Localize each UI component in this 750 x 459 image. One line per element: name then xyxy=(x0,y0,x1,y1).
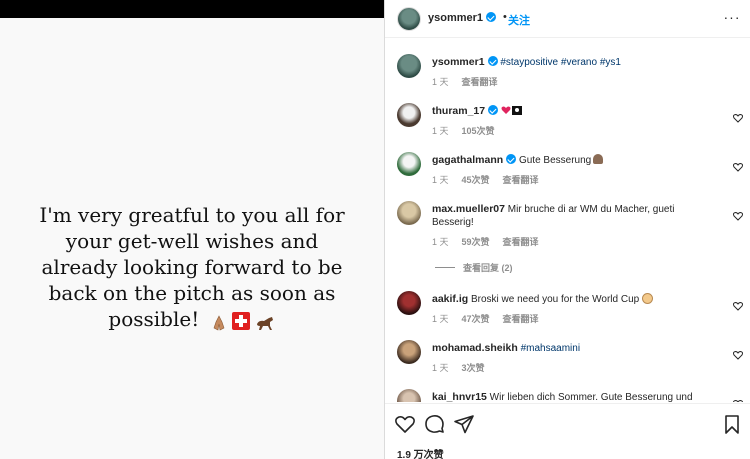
comment-likes[interactable]: 47次赞 xyxy=(462,312,490,325)
pirate-flag-icon xyxy=(511,106,522,115)
comment-meta: 1 天 105次赞 xyxy=(432,124,495,137)
red-heart-icon xyxy=(501,105,511,115)
commenter-avatar[interactable] xyxy=(397,152,421,176)
folded-hands-icon xyxy=(210,312,228,330)
comment-body: Wir lieben dich Sommer. Gute Besserung u… xyxy=(489,392,693,402)
view-replies-button[interactable]: 查看回复 (2) xyxy=(435,261,513,274)
see-translation-button[interactable]: 查看翻译 xyxy=(462,75,498,88)
comment-likes[interactable]: 45次赞 xyxy=(462,173,490,186)
header-separator: • xyxy=(503,11,507,23)
caption-username[interactable]: ysommer1 xyxy=(432,56,485,68)
post-header: ysommer1 • 关注 ··· xyxy=(385,0,750,38)
like-heart-icon[interactable] xyxy=(394,413,416,435)
image-text-line: already looking forward to be xyxy=(41,255,343,279)
post-actions-bar: 1.9 万次赞 xyxy=(385,403,750,459)
image-text-line: your get-well wishes and xyxy=(65,229,319,253)
comment-username[interactable]: max.mueller07 xyxy=(432,203,505,215)
caption-hashtags[interactable]: #staypositive #verano #ys1 xyxy=(500,57,621,68)
folded-hands-icon xyxy=(593,154,604,164)
commenter-avatar[interactable] xyxy=(397,389,421,402)
comment-username[interactable]: gagathalmann xyxy=(432,154,503,166)
face-emoji-icon xyxy=(642,293,654,304)
post-image[interactable]: I'm very greatful to you all for your ge… xyxy=(0,0,384,459)
follow-button[interactable]: 关注 xyxy=(508,12,530,28)
post-like-count[interactable]: 1.9 万次赞 xyxy=(397,446,444,459)
see-translation-button[interactable]: 查看翻译 xyxy=(503,173,539,186)
comment-text: gagathalmann Gute Besserung xyxy=(432,154,714,167)
caption-time[interactable]: 1 天 xyxy=(432,75,449,88)
emoji-group xyxy=(210,311,276,330)
comment-likes[interactable]: 105次赞 xyxy=(462,124,495,137)
comment-username[interactable]: thuram_17 xyxy=(432,105,485,117)
verified-badge-icon xyxy=(488,105,499,115)
author-username-text[interactable]: ysommer1 xyxy=(428,12,483,24)
comments-list[interactable]: ysommer1 #staypositive #verano #ys1 1 天 … xyxy=(385,39,750,402)
caption-text: ysommer1 #staypositive #verano #ys1 xyxy=(432,56,714,69)
image-top-bar xyxy=(0,0,384,18)
comment-likes[interactable]: 3次赞 xyxy=(462,361,485,374)
comment-username[interactable]: kai_hnvr15 xyxy=(432,391,487,402)
commenter-avatar[interactable] xyxy=(397,201,421,225)
comment-text: thuram_17 xyxy=(432,105,714,118)
verified-badge-icon xyxy=(487,56,498,66)
comment-text: mohamad.sheikh #mahsaamini xyxy=(432,342,714,355)
comment-text: kai_hnvr15 Wir lieben dich Sommer. Gute … xyxy=(432,391,714,402)
comment-likes[interactable]: 59次赞 xyxy=(462,235,490,248)
comment-body: Broski we need you for the World Cup xyxy=(470,294,640,305)
post-image-text: I'm very greatful to you all for your ge… xyxy=(22,202,362,332)
share-send-icon[interactable] xyxy=(453,413,475,435)
like-comment-heart-icon[interactable] xyxy=(733,347,743,360)
comment-hashtag[interactable]: #mahsaamini xyxy=(521,343,580,354)
image-text-line: back on the pitch as soon as xyxy=(48,281,336,305)
image-text-line: I'm very greatful to you all for xyxy=(39,203,345,227)
more-options-icon[interactable]: ··· xyxy=(722,6,742,30)
comment-meta: 1 天 3次赞 xyxy=(432,361,485,374)
caption-meta: 1 天 查看翻译 xyxy=(432,75,498,88)
replies-line xyxy=(435,267,455,268)
like-comment-heart-icon[interactable] xyxy=(733,159,743,172)
comment-bubble-icon[interactable] xyxy=(423,413,445,435)
swiss-flag-icon xyxy=(231,311,250,330)
comment-username[interactable]: aakif.ig xyxy=(432,293,468,305)
comment-meta: 1 天 45次赞 查看翻译 xyxy=(432,173,539,186)
commenter-avatar[interactable] xyxy=(397,291,421,315)
comment-time[interactable]: 1 天 xyxy=(432,124,449,137)
like-comment-heart-icon[interactable] xyxy=(733,110,743,123)
verified-badge-icon xyxy=(486,12,497,22)
caption-avatar[interactable] xyxy=(397,54,421,78)
like-comment-heart-icon[interactable] xyxy=(733,208,743,221)
image-text-line: possible! xyxy=(108,307,200,331)
post-sidebar: ysommer1 • 关注 ··· ysommer1 #staypositive… xyxy=(385,0,750,459)
author-avatar[interactable] xyxy=(397,7,421,31)
comment-time[interactable]: 1 天 xyxy=(432,361,449,374)
comment-text: aakif.ig Broski we need you for the Worl… xyxy=(432,293,714,306)
view-replies-label[interactable]: 查看回复 (2) xyxy=(463,261,513,274)
like-comment-heart-icon[interactable] xyxy=(733,298,743,311)
like-comment-heart-icon[interactable] xyxy=(733,396,743,402)
verified-badge-icon xyxy=(506,154,517,164)
comment-username[interactable]: mohamad.sheikh xyxy=(432,342,518,354)
comment-meta: 1 天 47次赞 查看翻译 xyxy=(432,312,539,325)
author-username[interactable]: ysommer1 xyxy=(428,12,497,24)
comment-text: max.mueller07 Mir bruche di ar WM du Mac… xyxy=(432,203,714,229)
comment-time[interactable]: 1 天 xyxy=(432,235,449,248)
comment-time[interactable]: 1 天 xyxy=(432,312,449,325)
comment-meta: 1 天 59次赞 查看翻译 xyxy=(432,235,539,248)
comment-time[interactable]: 1 天 xyxy=(432,173,449,186)
image-text-last-line: possible! xyxy=(22,306,362,332)
comment-body: Gute Besserung xyxy=(518,155,592,166)
save-bookmark-icon[interactable] xyxy=(721,413,743,435)
see-translation-button[interactable]: 查看翻译 xyxy=(503,235,539,248)
commenter-avatar[interactable] xyxy=(397,103,421,127)
commenter-avatar[interactable] xyxy=(397,340,421,364)
see-translation-button[interactable]: 查看翻译 xyxy=(503,312,539,325)
horse-icon xyxy=(254,312,276,330)
